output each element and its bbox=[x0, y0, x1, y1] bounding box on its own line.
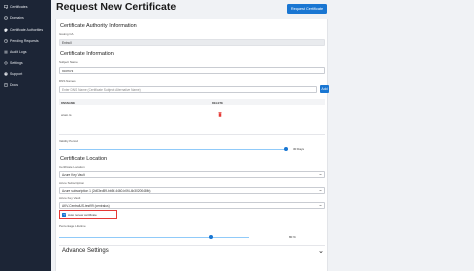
dns-name-input[interactable]: Enter DNS Name (Certificate Subject Alte… bbox=[59, 86, 317, 93]
certificate-icon bbox=[4, 5, 8, 9]
main-content: Request New Certificate Request Certific… bbox=[51, 0, 474, 271]
certificate-location-label: Certificate Location bbox=[59, 165, 85, 169]
sidebar-item-settings[interactable]: Settings bbox=[4, 59, 23, 67]
azure-subscription-label: Azure Subscription bbox=[59, 181, 85, 185]
help-icon: ? bbox=[4, 72, 8, 76]
advanced-settings-accordion[interactable]: Advance Settings bbox=[59, 245, 325, 257]
issuing-ca-label: Issuing CA bbox=[59, 32, 74, 36]
authority-icon bbox=[4, 28, 8, 32]
dns-table-header: DNSNAME DELETE bbox=[59, 99, 325, 105]
sidebar-item-label: Certificate Authorities bbox=[10, 28, 44, 32]
section-title-certificate-info: Certificate Information bbox=[60, 51, 114, 57]
auto-renew-highlight: Auto renew certificate bbox=[59, 210, 117, 219]
issuing-ca-value: Entra ll bbox=[62, 40, 72, 45]
section-title-certificate-location: Certificate Location bbox=[60, 156, 108, 162]
book-icon bbox=[4, 83, 8, 87]
section-title-ca: Certificate Authority Information bbox=[60, 23, 137, 29]
chevron-down-icon bbox=[319, 204, 322, 207]
slider-thumb[interactable] bbox=[209, 235, 213, 239]
sidebar-item-certificate-authorities[interactable]: Certificate Authorities bbox=[4, 26, 43, 34]
delete-icon[interactable] bbox=[218, 112, 222, 117]
add-dns-button[interactable]: Add bbox=[320, 85, 329, 93]
subject-name-label: Subject Name bbox=[59, 60, 78, 64]
chevron-down-icon bbox=[319, 189, 322, 192]
sidebar-item-label: Domains bbox=[10, 16, 24, 20]
list-icon bbox=[4, 50, 8, 54]
sidebar-item-label: Certificates bbox=[10, 5, 28, 9]
azure-subscription-value: Azure subscription 1 (2d03ed59-bb5f-4460… bbox=[62, 188, 151, 193]
sidebar-item-label: Docs bbox=[10, 83, 18, 87]
gear-icon bbox=[4, 61, 8, 65]
dns-name-placeholder: Enter DNS Name (Certificate Subject Alte… bbox=[62, 87, 141, 92]
validity-period-value: 30 Days bbox=[293, 147, 305, 151]
sidebar-item-audit-logs[interactable]: Audit Logs bbox=[4, 48, 27, 56]
certificate-location-value: Azure Key Vault bbox=[62, 172, 85, 177]
chevron-down-icon bbox=[319, 173, 322, 176]
column-header-delete: DELETE bbox=[212, 100, 224, 105]
issuing-ca-field: Entra ll bbox=[59, 39, 325, 46]
advanced-settings-title: Advance Settings bbox=[62, 248, 109, 254]
clock-icon bbox=[4, 39, 8, 43]
auto-renew-checkbox[interactable] bbox=[62, 212, 66, 217]
subject-name-input[interactable]: xcom.rs bbox=[59, 67, 325, 74]
slider-track bbox=[59, 236, 249, 238]
slider-track bbox=[59, 148, 288, 150]
sidebar-item-domains[interactable]: Domains bbox=[4, 14, 24, 22]
request-certificate-button[interactable]: Request Certificate bbox=[287, 4, 327, 14]
sidebar-item-label: Support bbox=[10, 72, 23, 76]
validity-period-label: Validity Period bbox=[59, 139, 78, 143]
globe-icon bbox=[4, 16, 8, 20]
certificate-form-card: Certificate Authority Information Issuin… bbox=[55, 19, 329, 271]
certificate-location-select[interactable]: Azure Key Vault bbox=[59, 171, 325, 178]
sidebar-item-label: Settings bbox=[10, 61, 23, 65]
table-row: xcom.rs bbox=[59, 106, 325, 135]
sidebar-item-support[interactable]: ? Support bbox=[4, 70, 22, 78]
slider-thumb[interactable] bbox=[283, 147, 288, 151]
page-title: Request New Certificate bbox=[56, 1, 177, 13]
sidebar-item-docs[interactable]: Docs bbox=[4, 81, 18, 89]
sidebar-item-label: Pending Requests bbox=[10, 39, 39, 43]
azure-key-vault-value: AKV-CentralUS-test99 (centralus) bbox=[62, 203, 110, 208]
percentage-lifetime-label: Percentage Lifetime bbox=[59, 224, 86, 228]
column-header-dnsname: DNSNAME bbox=[61, 100, 76, 105]
percentage-lifetime-slider[interactable]: 80 % bbox=[59, 234, 325, 240]
checkmark-icon bbox=[62, 213, 66, 216]
subject-name-value: xcom.rs bbox=[62, 68, 74, 73]
dns-names-label: DNS Names bbox=[59, 79, 76, 83]
azure-key-vault-label: Azure Key Vault bbox=[59, 196, 81, 200]
sidebar-item-certificates[interactable]: Certificates bbox=[4, 3, 28, 11]
sidebar-item-label: Audit Logs bbox=[10, 50, 27, 54]
sidebar: Certificates Domains Certificate Authori… bbox=[0, 0, 51, 271]
auto-renew-label: Auto renew certificate bbox=[68, 212, 97, 217]
chevron-down-icon bbox=[319, 250, 323, 254]
validity-period-slider[interactable]: 30 Days bbox=[59, 146, 325, 152]
percentage-lifetime-value: 80 % bbox=[289, 235, 296, 239]
dns-name-cell: xcom.rs bbox=[61, 113, 72, 117]
azure-key-vault-select[interactable]: AKV-CentralUS-test99 (centralus) bbox=[59, 202, 325, 209]
sidebar-item-pending-requests[interactable]: Pending Requests bbox=[4, 37, 39, 45]
azure-subscription-select[interactable]: Azure subscription 1 (2d03ed59-bb5f-4460… bbox=[59, 187, 325, 194]
